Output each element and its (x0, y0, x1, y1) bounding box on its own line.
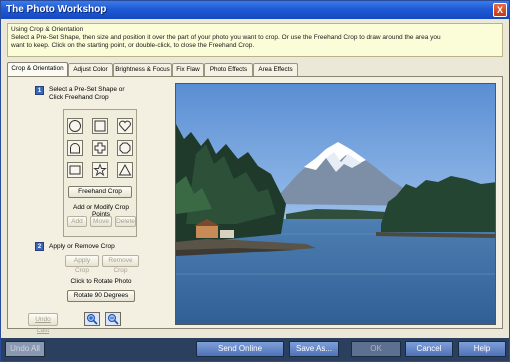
tab-adjust-color[interactable]: Adjust Color (68, 63, 113, 76)
landscape-photo (176, 84, 495, 324)
step-2-label: Apply or Remove Crop (49, 243, 115, 250)
step-1-label-1: Select a Pre-Set Shape or (49, 86, 125, 93)
arch-icon (70, 143, 80, 154)
window-title: The Photo Workshop (6, 4, 107, 15)
arch-shape-button[interactable] (67, 140, 83, 156)
instructions-line-2: want to keep. Click on the starting poin… (11, 42, 255, 49)
step-2-badge: 2 (35, 242, 44, 251)
triangle-shape-button[interactable] (117, 162, 133, 178)
rotate-label: Click to Rotate Photo (70, 278, 132, 285)
cross-shape-button[interactable] (92, 140, 108, 156)
step-1-badge: 1 (35, 86, 44, 95)
instructions-line-1: Select a Pre-Set Shape, then size and po… (11, 34, 441, 41)
tab-crop-orientation[interactable]: Crop & Orientation (7, 62, 68, 77)
remove-crop-button[interactable]: Remove Crop (102, 255, 139, 274)
send-online-button[interactable]: Send Online (196, 341, 284, 357)
star-icon (93, 163, 107, 177)
zoom-in-button[interactable] (84, 312, 100, 326)
square-shape-button[interactable] (92, 118, 108, 134)
bottom-toolbar: Undo All Send Online Save As... OK Cance… (1, 338, 509, 361)
octagon-icon (119, 142, 131, 154)
rectangle-icon (69, 165, 81, 175)
heart-icon (119, 120, 131, 132)
square-icon (94, 120, 106, 132)
zoom-out-button[interactable] (105, 312, 121, 326)
octagon-shape-button[interactable] (117, 140, 133, 156)
ok-button[interactable]: OK (351, 341, 401, 357)
instructions-heading: Using Crop & Orientation (11, 26, 84, 33)
title-bar[interactable]: The Photo Workshop X (1, 1, 509, 19)
zoom-out-icon (108, 314, 119, 325)
tab-photo-effects[interactable]: Photo Effects (204, 63, 253, 76)
tab-fix-flaw[interactable]: Fix Flaw (172, 63, 204, 76)
rotate-90-button[interactable]: Rotate 90 Degrees (67, 290, 135, 302)
move-point-button[interactable]: Move (90, 216, 112, 227)
triangle-icon (118, 163, 132, 176)
freehand-crop-button[interactable]: Freehand Crop (68, 186, 132, 198)
step-1-label-2: Click Freehand Crop (49, 94, 109, 101)
star-shape-button[interactable] (92, 162, 108, 178)
app-window: The Photo Workshop X Using Crop & Orient… (0, 0, 510, 362)
circle-shape-button[interactable] (67, 118, 83, 134)
heart-shape-button[interactable] (117, 118, 133, 134)
cancel-button[interactable]: Cancel (405, 341, 453, 357)
delete-point-button[interactable]: Delete (115, 216, 136, 227)
close-button[interactable]: X (493, 3, 507, 17)
instructions-box: Using Crop & Orientation Select a Pre-Se… (7, 23, 503, 57)
shape-picker: Freehand Crop Add or Modify Crop Points … (63, 109, 137, 237)
undo-last-button[interactable]: Undo Last (28, 313, 58, 334)
save-as-button[interactable]: Save As... (289, 341, 339, 357)
tab-brightness-focus[interactable]: Brightness & Focus (113, 63, 172, 76)
cross-icon (94, 142, 106, 154)
tab-area-effects[interactable]: Area Effects (253, 63, 298, 76)
help-button[interactable]: Help (458, 341, 506, 357)
apply-crop-button[interactable]: Apply Crop (65, 255, 99, 274)
rectangle-shape-button[interactable] (67, 162, 83, 178)
zoom-in-icon (87, 314, 98, 325)
circle-icon (69, 120, 81, 132)
undo-all-button[interactable]: Undo All (5, 341, 45, 357)
add-point-button[interactable]: Add (67, 216, 87, 227)
photo-preview[interactable] (175, 83, 496, 325)
